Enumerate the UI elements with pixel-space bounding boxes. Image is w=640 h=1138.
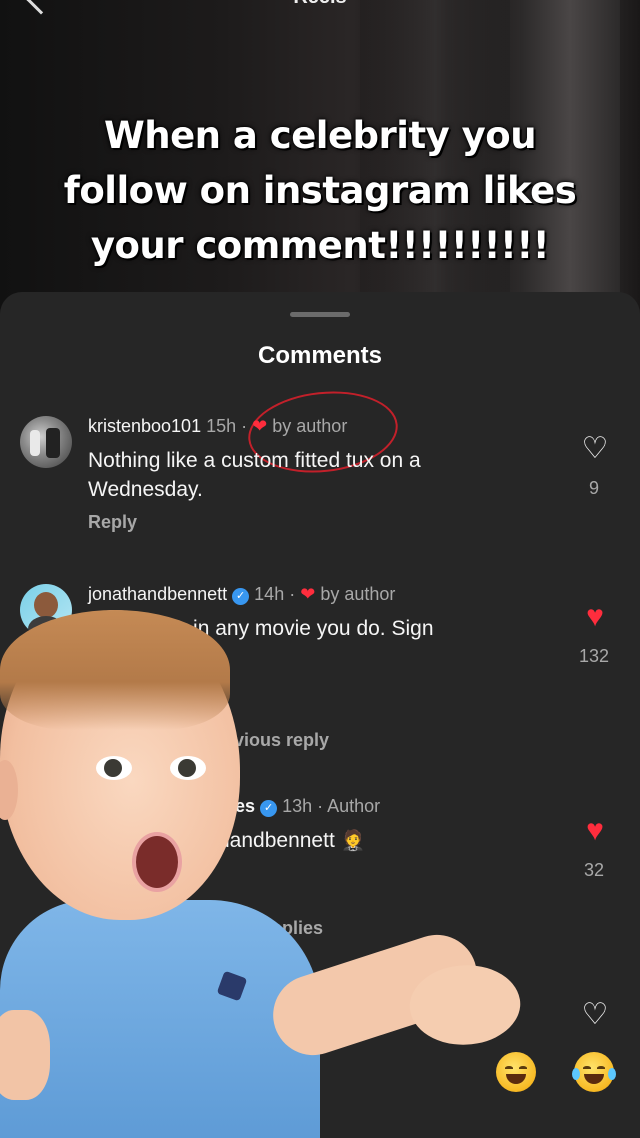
like-count: 9: [588, 478, 599, 498]
like-count: 32: [583, 860, 605, 880]
author-label: Author: [327, 796, 381, 816]
heart-icon: ❤: [284, 984, 300, 1004]
sheet-title: Comments: [257, 342, 383, 369]
reel-video-background[interactable]: Reels When a celebrity you follow on ins…: [0, 0, 640, 320]
heart-filled-icon[interactable]: ♥: [578, 602, 612, 632]
comment-text: Nothing like a custom fitted tux on a We…: [88, 446, 508, 504]
avatar[interactable]: [20, 416, 72, 468]
liked-by-author-label: by author: [272, 416, 348, 436]
heart-icon: ❤: [252, 416, 268, 436]
grinning-squint-face-icon[interactable]: [496, 1052, 536, 1092]
comment-time: 14h: [254, 584, 285, 604]
caption-line-3: your comment!!!!!!!!!!: [90, 224, 550, 267]
verified-badge-icon: ✓: [232, 588, 250, 605]
comment-username[interactable]: nes: [224, 796, 255, 816]
reply-button[interactable]: Reply: [88, 512, 137, 533]
heart-icon: ❤: [300, 584, 316, 604]
drag-handle[interactable]: [290, 312, 350, 317]
comment-text: handbennett 🤵: [218, 826, 418, 856]
caption-line-1: When a celebrity you: [103, 114, 537, 157]
like-count: 132: [578, 646, 610, 666]
liked-by-author-label: by author: [320, 584, 396, 604]
heart-outline-icon[interactable]: ♡: [578, 1000, 612, 1030]
view-replies-button[interactable]: e replies: [250, 918, 323, 939]
comment-username[interactable]: jonathandbennett: [88, 584, 227, 604]
verified-badge-icon: ✓: [260, 800, 278, 817]
heart-filled-icon[interactable]: ♥: [578, 816, 612, 846]
emoji-icon: 🤵: [340, 830, 366, 852]
comment-text-line: Wednesday.: [88, 478, 203, 501]
comment-time: 15h: [206, 416, 237, 436]
avatar[interactable]: [20, 584, 72, 636]
comment-meta: ❤ by author: [284, 984, 379, 1005]
comment-meta: nes ✓ 13h · Author: [224, 796, 381, 817]
liked-by-author-label: by author: [304, 984, 380, 1004]
mention-link[interactable]: handbennett: [218, 829, 335, 852]
comment-time: 13h: [282, 796, 313, 816]
view-replies-button[interactable]: evious reply: [224, 730, 329, 751]
comment-meta: kristenboo101 15h · ❤ by author: [88, 416, 348, 436]
comment-text-line: ... erry you in any movie you do. Sign: [88, 617, 434, 640]
comments-sheet: Comments kristenboo101 15h · ❤ by author…: [0, 292, 640, 1138]
comment-text: ... erry you in any movie you do. Sign: [88, 614, 508, 643]
tears-of-joy-face-icon[interactable]: [572, 1052, 616, 1092]
header-title: Reels: [0, 0, 640, 9]
video-caption: When a celebrity you follow on instagram…: [40, 108, 600, 273]
comment-text-line: Nothing like a custom fitted tux on a: [88, 449, 421, 472]
caption-line-2: follow on instagram likes: [63, 169, 577, 212]
heart-outline-icon[interactable]: ♡: [578, 434, 612, 464]
comment-meta: jonathandbennett ✓ 14h · ❤ by author: [88, 584, 396, 605]
comment-username[interactable]: kristenboo101: [88, 416, 201, 436]
